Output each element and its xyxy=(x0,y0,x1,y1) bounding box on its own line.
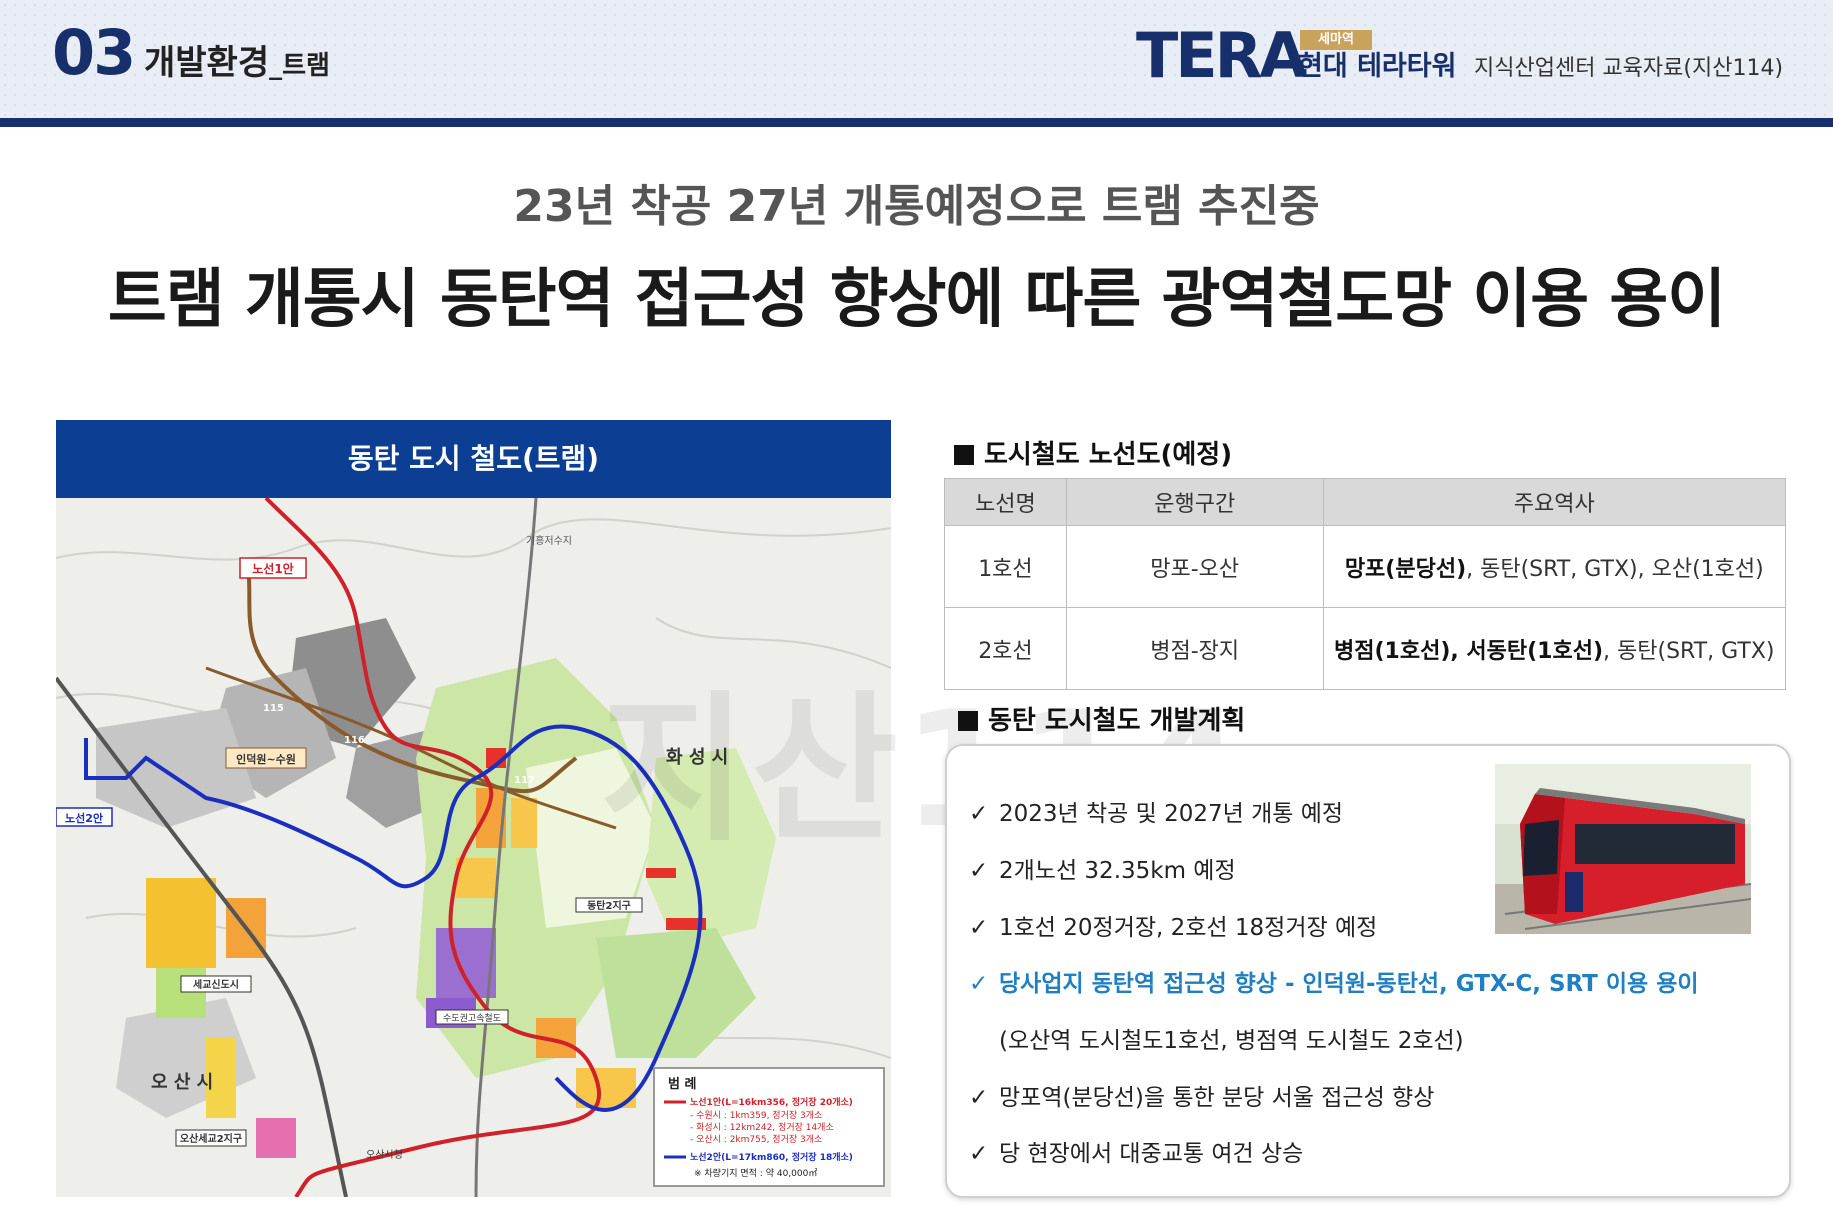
brand-name: 현대 테라타워 xyxy=(1298,51,1457,82)
list-item: ✓ 2개노선 32.35km 예정 xyxy=(969,851,1236,885)
header-section: 운행구간 xyxy=(1065,478,1324,526)
route-section-title: 도시철도 노선도(예정) xyxy=(984,440,1233,470)
row-stations: 망포(분당선), 동탄(SRT, GTX), 오산(1호선) xyxy=(1322,525,1787,608)
row-section: 망포-오산 xyxy=(1065,525,1324,608)
check-icon: ✓ xyxy=(969,1085,989,1111)
section-title-main: 개발환경 xyxy=(144,43,270,83)
legend-item-4: - 오산시 : 2km755, 정거장 3개소 xyxy=(690,1134,822,1145)
plan-section-heading: 동탄 도시철도 개발계획 xyxy=(958,700,1245,737)
list-item-text: 당 현장에서 대중교통 여건 상승 xyxy=(999,1141,1304,1167)
route-table-header: 노선명 운행구간 주요역사 xyxy=(944,478,1787,526)
list-item: ✓ 2023년 착공 및 2027년 개통 예정 xyxy=(969,794,1343,828)
square-bullet-icon xyxy=(954,445,974,465)
label-road-117: 117 xyxy=(514,775,535,786)
list-item-text: 2023년 착공 및 2027년 개통 예정 xyxy=(999,801,1344,827)
header-stations: 주요역사 xyxy=(1322,478,1787,526)
headline-title: 트램 개통시 동탄역 접근성 향상에 따른 광역철도망 이용 용이 xyxy=(107,263,1726,337)
list-item-text: 2개노선 32.35km 예정 xyxy=(999,858,1236,884)
table-row: 2호선 병점-장지 병점(1호선), 서동탄(1호선), 동탄(SRT, GTX… xyxy=(944,607,1787,690)
label-road-116: 116 xyxy=(344,735,365,746)
legend-item-3: - 화성시 : 12km242, 정거장 14개소 xyxy=(690,1122,834,1133)
row-stations: 병점(1호선), 서동탄(1호선), 동탄(SRT, GTX) xyxy=(1322,607,1787,690)
row-line-name: 2호선 xyxy=(944,607,1067,690)
label-osan: 오 산 시 xyxy=(151,1072,213,1093)
header-divider xyxy=(0,118,1833,127)
header-line-name: 노선명 xyxy=(944,478,1067,526)
legend-item-6: ※ 차량기지 면적 : 약 40,000㎡ xyxy=(694,1167,817,1179)
check-icon: ✓ xyxy=(969,801,989,827)
list-item-highlight: ✓ 당사업지 동탄역 접근성 향상 - 인덕원-동탄선, GTX-C, SRT 이… xyxy=(969,964,1699,998)
list-item-note: (오산역 도시철도1호선, 병점역 도시철도 2호선) xyxy=(999,1021,1464,1055)
brand-description: 지식산업센터 교육자료(지산114) xyxy=(1474,56,1784,81)
label-dongtan2: 동탄2지구 xyxy=(587,899,631,912)
plan-section-title: 동탄 도시철도 개발계획 xyxy=(988,706,1246,736)
row-section: 병점-장지 xyxy=(1065,607,1324,690)
brand-logo: TERA xyxy=(1136,19,1307,92)
route-table: 노선명 운행구간 주요역사 1호선 망포-오산 망포(분당선), 동탄(SRT,… xyxy=(944,478,1787,690)
row-stations-bold: 병점(1호선), 서동탄(1호선) xyxy=(1334,638,1604,664)
section-number: 03 xyxy=(52,16,136,89)
legend-title: 범 례 xyxy=(668,1076,696,1092)
label-osan-saegyo2: 오산세교2지구 xyxy=(180,1132,242,1145)
row-line-name: 1호선 xyxy=(944,525,1067,608)
square-bullet-icon xyxy=(958,711,978,731)
list-item-text: 당사업지 동탄역 접근성 향상 - 인덕원-동탄선, GTX-C, SRT 이용… xyxy=(999,971,1699,997)
label-reservoir: 기흥저수지 xyxy=(526,534,572,547)
section-title: 개발환경_트램 xyxy=(144,46,330,80)
section-title-sub: _트램 xyxy=(269,51,330,81)
check-icon: ✓ xyxy=(969,1141,989,1167)
list-item-text: 1호선 20정거장, 2호선 18정거장 예정 xyxy=(999,915,1378,941)
label-indeokwon: 인덕원~수원 xyxy=(236,752,296,766)
list-item: ✓ 망포역(분당선)을 통한 분당 서울 접근성 향상 xyxy=(969,1078,1434,1112)
label-saegyo: 세교신도시 xyxy=(193,978,239,991)
route-section-heading: 도시철도 노선도(예정) xyxy=(954,434,1232,471)
list-item-text: 망포역(분당선)을 통한 분당 서울 접근성 향상 xyxy=(999,1085,1435,1111)
row-stations-rest: , 동탄(SRT, GTX) xyxy=(1603,638,1775,664)
check-icon: ✓ xyxy=(969,971,989,997)
label-osan-city-hall: 오산시청 xyxy=(366,1149,403,1161)
page-header: 03 개발환경_트램 TERA 세마역 현대 테라타워 지식산업센터 교육자료(… xyxy=(0,0,1833,118)
label-line2: 노선2안 xyxy=(65,811,103,825)
tram-photo xyxy=(1495,764,1751,934)
legend-item-1: 노선1안(L=16km356, 정거장 20개소) xyxy=(690,1096,853,1108)
table-row: 1호선 망포-오산 망포(분당선), 동탄(SRT, GTX), 오산(1호선) xyxy=(944,525,1787,608)
list-item: ✓ 1호선 20정거장, 2호선 18정거장 예정 xyxy=(969,908,1377,942)
brand-badge: 세마역 xyxy=(1300,30,1372,50)
legend-item-2: - 수원시 : 1km359, 정거장 3개소 xyxy=(690,1110,822,1121)
label-road-115: 115 xyxy=(263,703,284,714)
legend-item-5: 노선2안(L=17km860, 정거장 18개소) xyxy=(690,1151,853,1163)
row-stations-rest: , 동탄(SRT, GTX), 오산(1호선) xyxy=(1466,556,1764,582)
row-stations-bold: 망포(분당선) xyxy=(1344,556,1467,582)
headline-subtitle: 23년 착공 27년 개통예정으로 트램 추진중 xyxy=(513,181,1320,232)
map-panel-title: 동탄 도시 철도(트램) xyxy=(56,420,891,498)
check-icon: ✓ xyxy=(969,915,989,941)
check-icon: ✓ xyxy=(969,858,989,884)
list-item-text: (오산역 도시철도1호선, 병점역 도시철도 2호선) xyxy=(999,1028,1464,1054)
label-line1: 노선1안 xyxy=(252,561,293,576)
list-item: ✓ 당 현장에서 대중교통 여건 상승 xyxy=(969,1134,1303,1168)
label-sudogwon: 수도권고속철도 xyxy=(443,1012,501,1024)
plan-box: ✓ 2023년 착공 및 2027년 개통 예정 ✓ 2개노선 32.35km 예정… xyxy=(945,744,1791,1198)
